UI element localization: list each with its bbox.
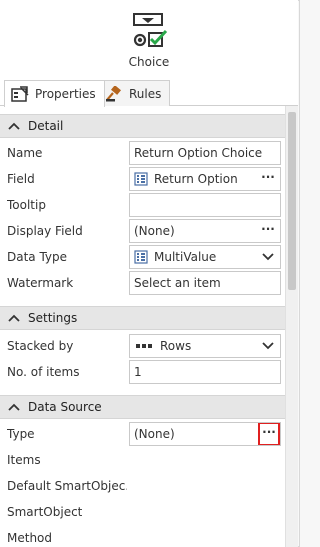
data-source-type-selector[interactable]: (None) ··· xyxy=(129,422,281,446)
tab-rules-label: Rules xyxy=(129,86,162,101)
property-row-stacked-by: Stacked by Rows xyxy=(0,333,285,359)
property-label-data-type: Data Type xyxy=(7,250,68,264)
property-row-no-of-items: No. of items 1 xyxy=(0,359,285,385)
field-list-icon xyxy=(134,172,148,186)
field-ellipsis-button[interactable]: ··· xyxy=(260,171,276,187)
gavel-icon xyxy=(106,85,121,101)
property-label-method: Method xyxy=(7,531,53,545)
property-label-tooltip: Tooltip xyxy=(7,198,46,212)
watermark-input[interactable]: Select an item xyxy=(129,271,281,295)
property-row-method: Method xyxy=(0,525,285,547)
chevron-up-icon xyxy=(8,314,20,322)
control-title: Choice xyxy=(128,55,170,69)
property-row-default-smartobject: Default SmartObjec... xyxy=(0,473,285,499)
property-row-field: Field Return Option ··· xyxy=(0,166,285,192)
tooltip-input[interactable] xyxy=(129,193,281,217)
tab-properties-label: Properties xyxy=(35,87,96,101)
property-label-name: Name xyxy=(7,146,43,160)
watermark-value: Select an item xyxy=(134,276,221,290)
property-label-display-field: Display Field xyxy=(7,224,83,238)
property-row-smartobject: SmartObject xyxy=(0,499,285,525)
section-header-settings[interactable]: Settings xyxy=(0,306,285,330)
section-title-data-source: Data Source xyxy=(28,400,102,414)
property-row-watermark: Watermark Select an item xyxy=(0,270,285,296)
section-title-settings: Settings xyxy=(28,311,78,325)
field-value: Return Option xyxy=(154,172,238,186)
data-type-value: MultiValue xyxy=(154,250,217,264)
property-label-watermark: Watermark xyxy=(7,276,74,290)
scrollbar-thumb[interactable] xyxy=(288,112,296,290)
control-header: Choice xyxy=(0,0,298,78)
tab-rules[interactable]: Rules xyxy=(98,80,171,106)
chevron-up-icon xyxy=(8,403,20,411)
multivalue-icon xyxy=(134,250,148,264)
property-label-no-of-items: No. of items xyxy=(7,365,80,379)
property-label-stacked-by: Stacked by xyxy=(7,339,74,353)
properties-content: Detail Name Return Option Choice Field R… xyxy=(0,106,285,547)
properties-icon xyxy=(11,86,29,102)
field-selector[interactable]: Return Option ··· xyxy=(129,167,281,191)
stacked-by-dropdown[interactable]: Rows xyxy=(129,334,281,358)
property-label-smartobject: SmartObject xyxy=(7,505,83,519)
property-row-name: Name Return Option Choice xyxy=(0,140,285,166)
property-label-field: Field xyxy=(7,172,35,186)
property-label-default-smartobject: Default SmartObjec... xyxy=(7,479,127,493)
property-row-items: Items xyxy=(0,447,285,473)
property-label-type: Type xyxy=(7,427,35,441)
property-row-type: Type (None) ··· xyxy=(0,421,285,447)
display-field-value: (None) xyxy=(134,224,175,238)
section-header-data-source[interactable]: Data Source xyxy=(0,395,285,419)
name-value: Return Option Choice xyxy=(134,146,263,160)
section-title-detail: Detail xyxy=(28,119,64,133)
vertical-scrollbar[interactable] xyxy=(285,106,298,547)
rows-icon xyxy=(136,344,152,348)
data-source-type-ellipsis-button[interactable]: ··· xyxy=(258,423,280,445)
no-of-items-value: 1 xyxy=(134,365,142,379)
property-row-tooltip: Tooltip xyxy=(0,192,285,218)
no-of-items-input[interactable]: 1 xyxy=(129,360,281,384)
name-input[interactable]: Return Option Choice xyxy=(129,141,281,165)
chevron-down-icon xyxy=(262,253,274,261)
section-header-detail[interactable]: Detail xyxy=(0,114,285,138)
chevron-down-icon xyxy=(262,342,274,350)
property-row-data-type: Data Type MultiValue xyxy=(0,244,285,270)
display-field-selector[interactable]: (None) ··· xyxy=(129,219,281,243)
tab-properties[interactable]: Properties xyxy=(4,80,105,107)
data-source-type-value: (None) xyxy=(134,427,175,441)
display-field-ellipsis-button[interactable]: ··· xyxy=(260,223,276,239)
choice-control-icon xyxy=(133,13,168,47)
property-label-items: Items xyxy=(7,453,41,467)
property-row-display-field: Display Field (None) ··· xyxy=(0,218,285,244)
data-type-dropdown[interactable]: MultiValue xyxy=(129,245,281,269)
chevron-up-icon xyxy=(8,122,20,130)
tab-bar: Properties Rules xyxy=(0,78,298,107)
stacked-by-value: Rows xyxy=(160,339,192,353)
